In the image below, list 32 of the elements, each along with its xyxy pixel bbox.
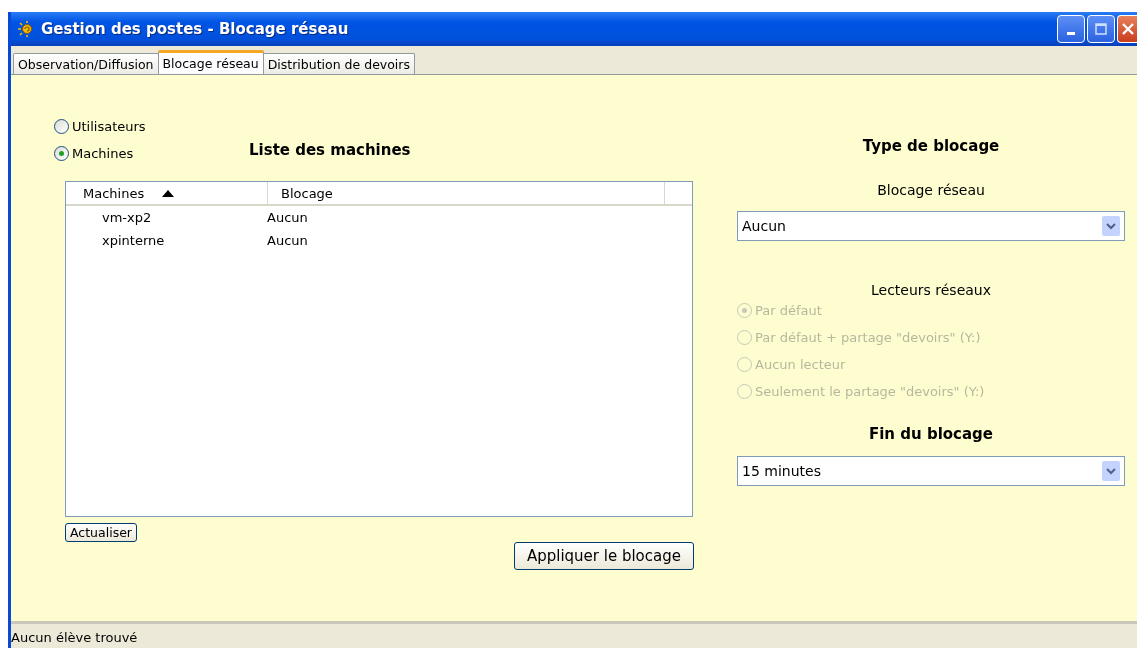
- minimize-icon: [1067, 31, 1075, 35]
- close-icon: [1121, 23, 1134, 35]
- sort-arrow-icon: [162, 189, 175, 197]
- list-row[interactable]: xpinterne Aucun: [66, 229, 692, 252]
- field-label: Blocage réseau: [877, 182, 985, 198]
- sun-icon: [17, 21, 35, 37]
- radio-option[interactable]: Utilisateurs: [54, 119, 249, 134]
- refresh-button[interactable]: Actualiser: [65, 523, 137, 542]
- dropdown[interactable]: 15 minutes: [737, 456, 1125, 486]
- tab[interactable]: Distribution de devoirs: [262, 53, 415, 74]
- dropdown[interactable]: Aucun: [737, 211, 1125, 241]
- section-heading: Liste des machines: [249, 141, 411, 159]
- radio-option[interactable]: Machines: [54, 146, 249, 161]
- column-header[interactable]: Machines: [66, 182, 268, 204]
- maximize-icon: [1095, 23, 1107, 35]
- status-text: Aucun élève trouvé: [11, 630, 138, 645]
- table-cell: Aucun: [267, 233, 308, 248]
- column-header[interactable]: Blocage: [268, 182, 665, 204]
- table-cell: Aucun: [267, 210, 308, 225]
- field-label: Lecteurs réseaux: [870, 282, 991, 298]
- window-title: Gestion des postes - Blocage réseau: [41, 20, 349, 38]
- apply-button[interactable]: Appliquer le blocage: [513, 542, 694, 570]
- list-row[interactable]: vm-xp2 Aucun: [66, 206, 692, 229]
- close-button[interactable]: [1117, 15, 1137, 43]
- tab[interactable]: Observation/Diffusion: [13, 53, 159, 74]
- minimize-button[interactable]: [1057, 15, 1085, 43]
- section-heading: Type de blocage: [862, 137, 1000, 155]
- section-heading: Fin du blocage: [868, 425, 993, 443]
- tab[interactable]: Blocage réseau: [157, 50, 264, 74]
- maximize-button[interactable]: [1087, 15, 1115, 43]
- table-cell-text: xpinterne: [101, 233, 166, 248]
- table-cell-text: vm-xp2: [101, 210, 153, 225]
